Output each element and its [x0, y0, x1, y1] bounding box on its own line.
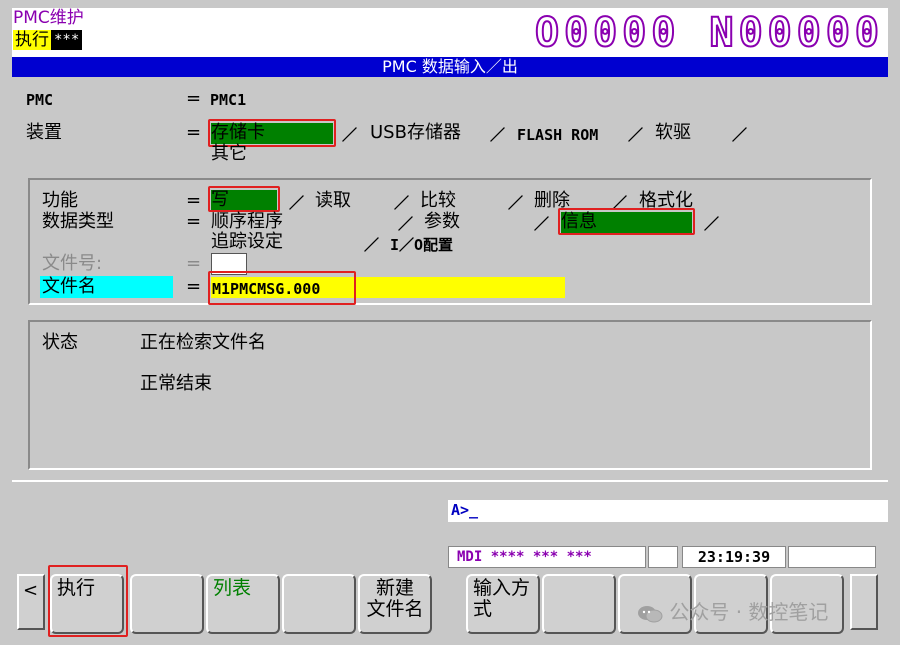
watermark: 公众号 · 数控笔记 — [637, 596, 828, 625]
clock: 23:19:39 — [682, 546, 786, 568]
command-line[interactable]: A>_ — [448, 500, 888, 522]
screen-title: PMC 数据输入／出 — [12, 57, 888, 77]
pmc-eq: = — [186, 88, 202, 109]
pmc-value[interactable]: PMC1 — [210, 89, 246, 111]
filename-label: 文件名 — [42, 276, 96, 297]
datatype-option-sequence[interactable]: 顺序程序 — [211, 211, 283, 233]
device-sep-2: ／ — [490, 126, 506, 144]
status-line-1: 正在检索文件名 — [140, 332, 266, 353]
function-option-read[interactable]: 读取 — [315, 190, 351, 212]
wechat-icon — [638, 605, 663, 622]
softkey-2[interactable] — [130, 574, 204, 634]
softkey-7[interactable] — [542, 574, 616, 634]
pmc-label: PMC — [26, 91, 54, 109]
datatype-option-io-config[interactable]: I／O配置 — [390, 234, 453, 256]
datatype-sep-4: ／ — [364, 236, 380, 254]
function-sep-2: ／ — [394, 194, 410, 212]
exec-label: 执行 — [13, 30, 51, 50]
device-option-floppy[interactable]: 软驱 — [655, 122, 691, 144]
datatype-eq: = — [186, 211, 202, 232]
mode-status: MDI **** *** *** — [448, 546, 646, 568]
function-sep-1: ／ — [289, 194, 305, 212]
command-line-text: A>_ — [451, 501, 479, 519]
datatype-label: 数据类型 — [42, 211, 114, 232]
device-option-other[interactable]: 其它 — [211, 143, 247, 165]
function-option-compare[interactable]: 比较 — [420, 190, 456, 212]
function-sep-3: ／ — [508, 194, 524, 212]
device-sep-3: ／ — [628, 126, 644, 144]
filename-eq: = — [186, 276, 202, 297]
device-sep-1: ／ — [342, 126, 358, 144]
annotation-red-box — [48, 565, 128, 637]
exec-stars: *** — [51, 30, 83, 50]
status-blank — [648, 546, 678, 568]
cnc-screen: PMC维护 执行 *** O0000 N00000 PMC 数据输入／出 PMC … — [0, 0, 900, 645]
datatype-sep-2: ／ — [534, 215, 550, 233]
softkey-list[interactable]: 列表 — [206, 574, 280, 634]
softkey-left-arrow[interactable]: < — [17, 574, 45, 630]
main-panel: PMC = PMC1 装置 = 存储卡 ／ USB存储器 ／ FLASH ROM… — [12, 77, 888, 482]
device-option-usb[interactable]: USB存储器 — [370, 122, 461, 144]
fileno-eq: = — [186, 253, 202, 274]
status-line-2: 正常结束 — [140, 373, 212, 394]
status-blank-2 — [788, 546, 876, 568]
screen-mode-title: PMC维护 — [13, 8, 84, 28]
softkey-right-arrow[interactable] — [850, 574, 878, 630]
device-sep-4: ／ — [732, 126, 748, 144]
watermark-text: 公众号 · 数控笔记 — [669, 600, 829, 624]
fileno-label: 文件号: — [42, 253, 103, 274]
function-eq: = — [186, 190, 202, 211]
annotation-red-box — [558, 208, 695, 235]
softkey-input-method[interactable]: 输入方 式 — [466, 574, 540, 634]
device-label: 装置 — [26, 122, 62, 143]
datatype-sep-3: ／ — [704, 215, 720, 233]
status-label: 状态 — [42, 332, 78, 353]
softkey-4[interactable] — [282, 574, 356, 634]
device-option-flash-rom[interactable]: FLASH ROM — [517, 124, 598, 146]
exec-status: 执行 *** — [13, 30, 83, 50]
program-number: O0000 N00000 — [534, 9, 884, 57]
softkey-new-filename[interactable]: 新建 文件名 — [358, 574, 432, 634]
function-label: 功能 — [42, 190, 78, 211]
datatype-option-param[interactable]: 参数 — [424, 211, 460, 233]
annotation-red-box — [208, 186, 280, 212]
header: PMC维护 执行 *** O0000 N00000 — [12, 8, 888, 58]
datatype-sep-1: ／ — [398, 215, 414, 233]
device-eq: = — [186, 122, 202, 143]
datatype-option-trace[interactable]: 追踪设定 — [211, 231, 283, 253]
annotation-red-box — [208, 271, 356, 305]
